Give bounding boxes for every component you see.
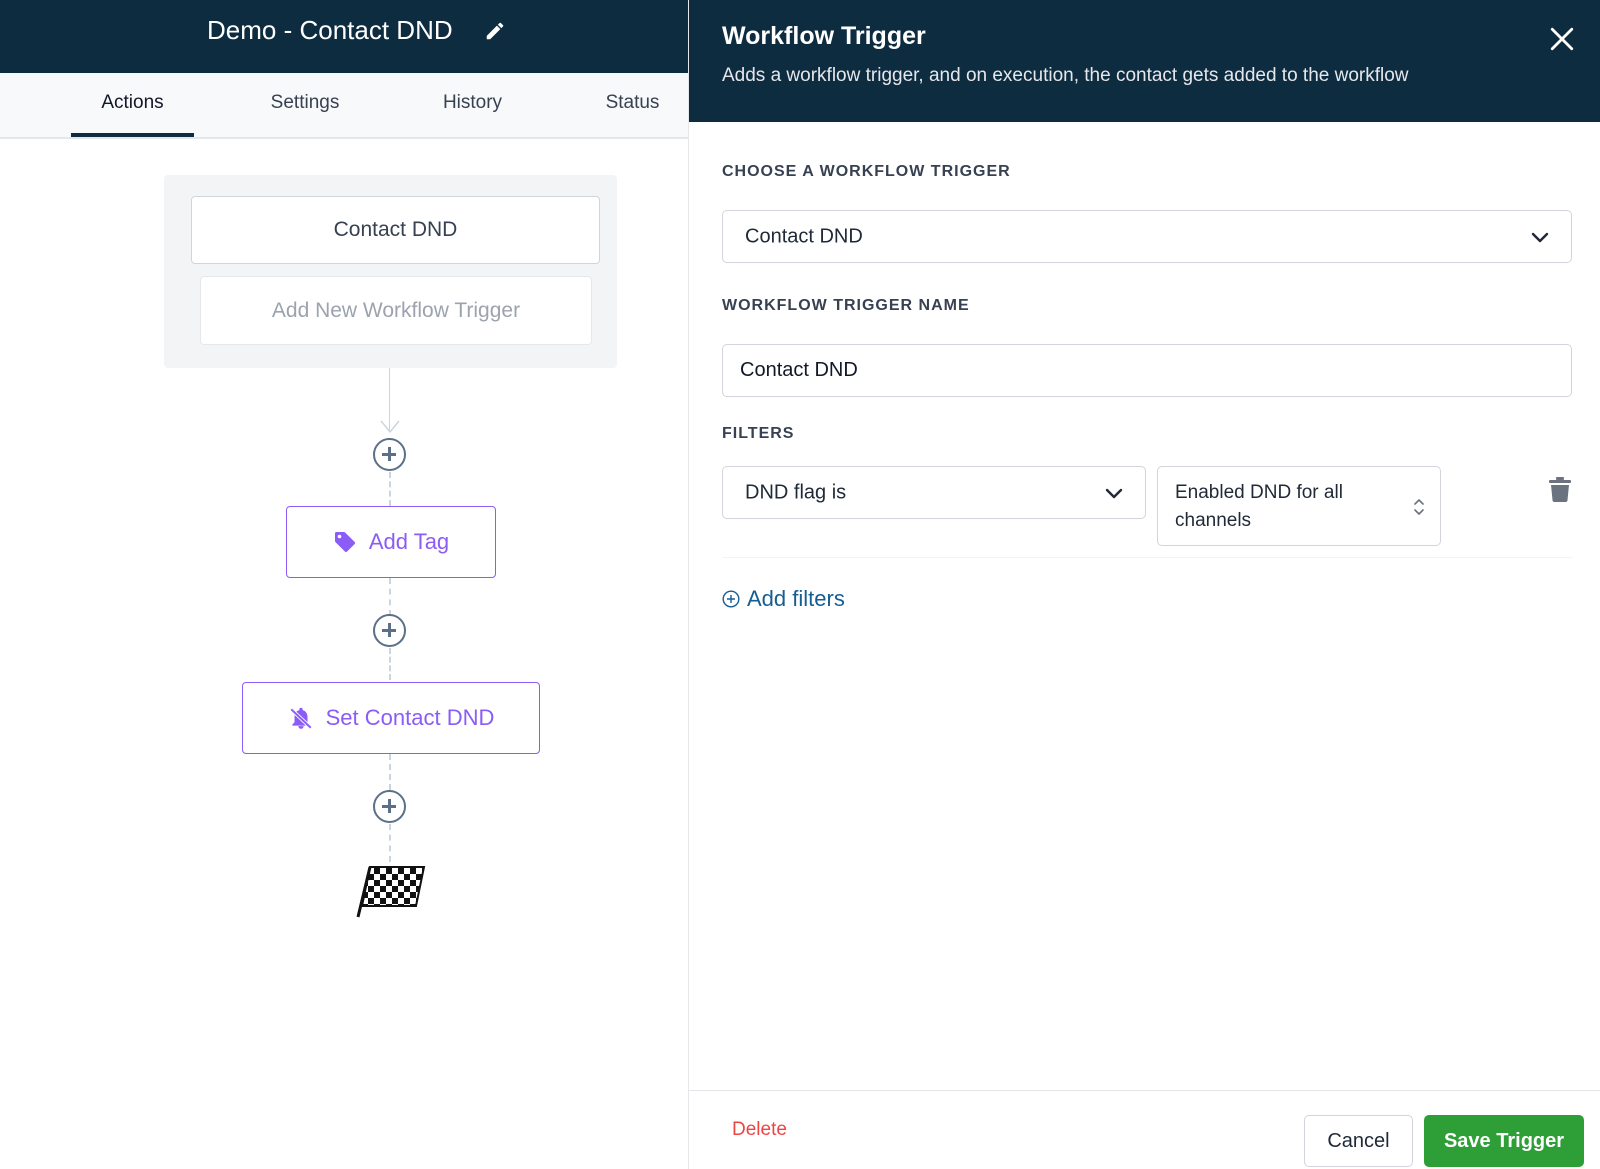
active-tab-indicator — [71, 133, 194, 137]
workflow-title: Demo - Contact DND — [207, 15, 453, 45]
connector-line — [389, 754, 391, 790]
bell-off-icon — [289, 707, 312, 730]
trigger-name-input[interactable]: Contact DND — [722, 344, 1572, 397]
connector-line — [389, 578, 391, 616]
sort-arrows-icon — [1414, 499, 1424, 515]
plus-circle-icon — [722, 590, 740, 608]
action-label: Add Tag — [368, 529, 450, 554]
add-action-button-2[interactable] — [373, 614, 406, 647]
tab-history[interactable]: History — [420, 73, 525, 139]
connector-line — [389, 824, 391, 862]
add-filters-button[interactable]: Add filters — [722, 586, 845, 612]
save-trigger-button[interactable]: Save Trigger — [1424, 1115, 1584, 1167]
pencil-icon[interactable] — [484, 20, 506, 42]
choose-trigger-label: CHOOSE A WORKFLOW TRIGGER — [722, 163, 1011, 180]
trigger-type-value: Contact DND — [745, 225, 863, 247]
action-label: Set Contact DND — [325, 705, 495, 730]
filters-label: FILTERS — [722, 425, 795, 442]
close-icon[interactable] — [1549, 26, 1575, 52]
filter-value-select[interactable]: Enabled DND for all channels — [1157, 466, 1441, 546]
tab-actions[interactable]: Actions — [71, 73, 194, 139]
add-action-button-1[interactable] — [373, 438, 406, 471]
filter-field-select[interactable]: DND flag is — [722, 466, 1146, 519]
chevron-down-icon — [1531, 232, 1549, 243]
connector-line — [389, 472, 391, 506]
panel-footer: Delete Cancel Save Trigger — [689, 1090, 1600, 1169]
add-filters-label: Add filters — [747, 586, 845, 611]
action-set-contact-dnd[interactable]: Set Contact DND — [242, 682, 540, 754]
panel-subtitle: Adds a workflow trigger, and on executio… — [722, 65, 1409, 86]
delete-button[interactable]: Delete — [732, 1119, 787, 1141]
panel-title: Workflow Trigger — [722, 22, 926, 50]
add-action-button-3[interactable] — [373, 790, 406, 823]
workflow-builder: Demo - Contact DND Actions Settings Hist… — [0, 0, 688, 1169]
trigger-type-select[interactable]: Contact DND — [722, 210, 1572, 263]
workflow-header: Demo - Contact DND — [0, 0, 688, 73]
trash-icon[interactable] — [1548, 476, 1572, 502]
tag-icon — [334, 532, 355, 552]
filter-field-value: DND flag is — [745, 481, 847, 503]
tab-settings[interactable]: Settings — [250, 73, 360, 139]
cancel-button[interactable]: Cancel — [1304, 1115, 1413, 1167]
panel-header: Workflow Trigger Adds a workflow trigger… — [689, 0, 1600, 122]
tab-bar: Actions Settings History Status — [0, 73, 688, 139]
filter-value-text: Enabled DND for all channels — [1175, 482, 1343, 531]
trigger-name-label: WORKFLOW TRIGGER NAME — [722, 297, 970, 314]
trigger-card[interactable]: Contact DND — [191, 196, 600, 264]
tab-status[interactable]: Status — [590, 73, 675, 139]
workflow-trigger-panel: Workflow Trigger Adds a workflow trigger… — [688, 0, 1600, 1169]
connector-line — [389, 648, 391, 680]
action-add-tag[interactable]: Add Tag — [286, 506, 496, 578]
finish-flag-icon — [356, 866, 426, 918]
add-new-trigger-button[interactable]: Add New Workflow Trigger — [200, 276, 592, 345]
arrow-down-icon — [380, 420, 400, 434]
chevron-down-icon — [1105, 488, 1123, 499]
